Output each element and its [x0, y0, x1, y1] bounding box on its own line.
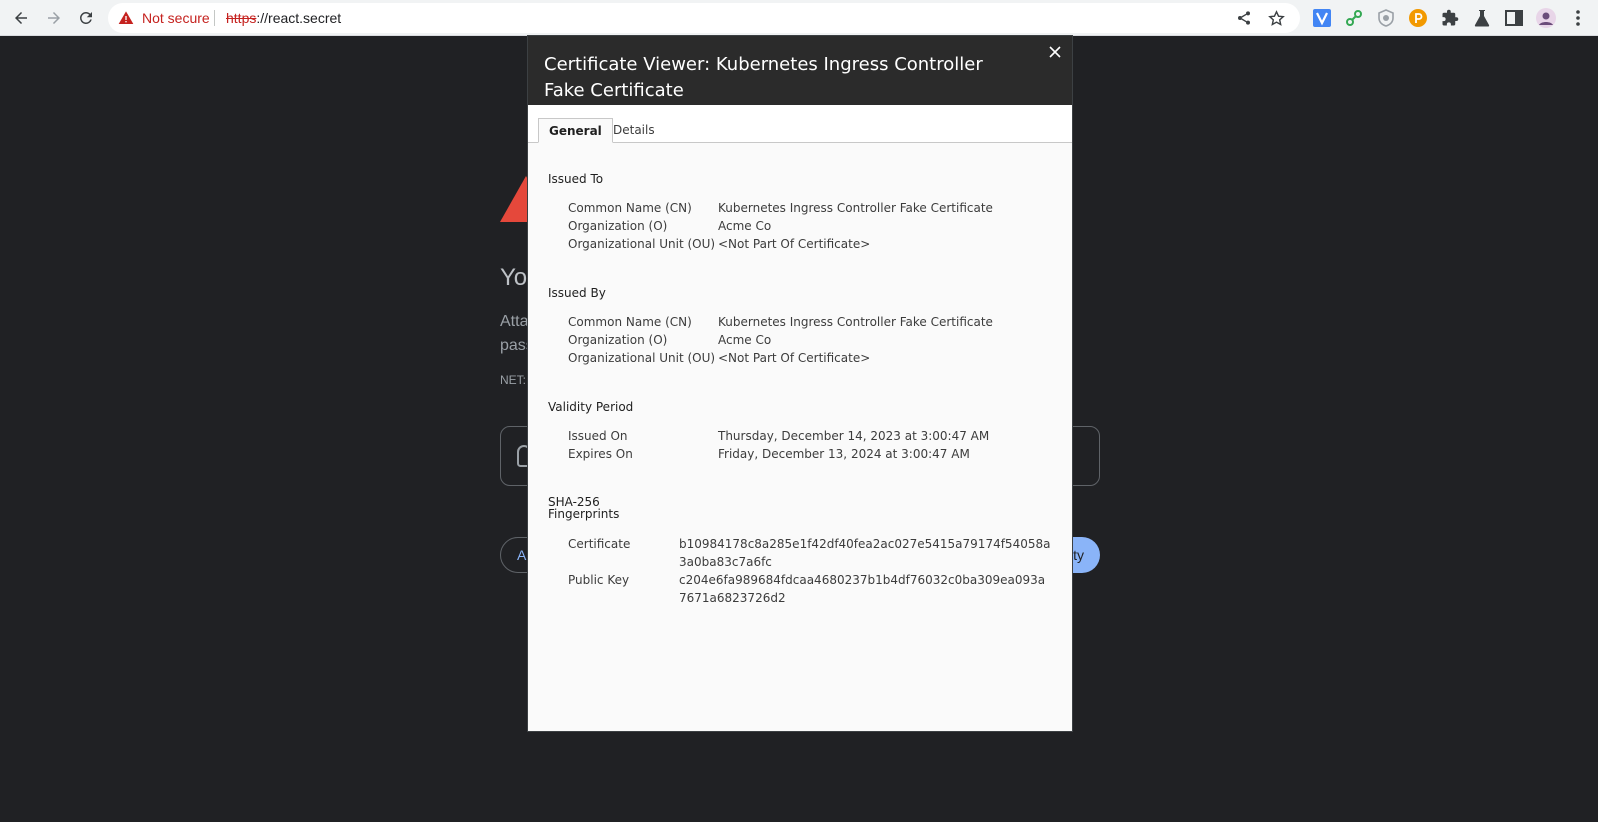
browser-toolbar: Not secure https://react.secret	[0, 0, 1598, 36]
labs-button[interactable]	[1472, 8, 1492, 28]
not-secure-label[interactable]: Not secure	[142, 10, 210, 26]
side-panel-icon	[1505, 10, 1523, 26]
back-button[interactable]	[7, 4, 35, 32]
certificate-viewer-dialog: Certificate Viewer: Kubernetes Ingress C…	[527, 35, 1073, 732]
share-icon	[1238, 11, 1250, 25]
extension-coin-button[interactable]	[1408, 8, 1428, 28]
tab-strip: General Details	[528, 105, 1072, 143]
extension-shield-button[interactable]	[1376, 8, 1396, 28]
reload-icon	[79, 11, 92, 24]
error-heading: Yo	[500, 264, 528, 291]
issued-by-org-value: Acme Co	[718, 333, 772, 347]
pubkey-fingerprint-label: Public Key	[568, 573, 630, 587]
star-icon	[1267, 9, 1285, 26]
tab-general[interactable]: General	[538, 118, 613, 143]
close-button[interactable]	[1046, 43, 1064, 61]
omnibox-divider	[214, 10, 215, 26]
issued-to-ou-label: Organizational Unit (OU)	[568, 237, 716, 251]
issued-by-cn-value: Kubernetes Ingress Controller Fake Certi…	[718, 315, 993, 329]
issued-to-org-label: Organization (O)	[568, 219, 668, 233]
issued-to-cn-label: Common Name (CN)	[568, 201, 692, 215]
error-code: NET:	[500, 373, 527, 387]
url-host: ://react.secret	[256, 10, 342, 26]
forward-arrow-icon	[48, 12, 60, 24]
cert-fingerprint-label: Certificate	[568, 537, 631, 551]
pubkey-fingerprint-value: c204e6fa989684fdcaa4680237b1b4df76032c0b…	[679, 573, 1046, 605]
issued-to-cn-value: Kubernetes Ingress Controller Fake Certi…	[718, 201, 993, 215]
address-bar[interactable]: Not secure https://react.secret	[108, 3, 1300, 33]
kebab-menu-icon	[1576, 10, 1580, 26]
issued-to-org-value: Acme Co	[718, 219, 772, 233]
issued-to-ou-value: <Not Part Of Certificate>	[718, 237, 871, 251]
v-extension-icon	[1313, 9, 1331, 27]
dialog-title: Certificate Viewer: Kubernetes Ingress C…	[544, 54, 983, 101]
validity-heading: Validity Period	[548, 400, 634, 414]
issued-on-label: Issued On	[568, 429, 628, 443]
menu-button[interactable]	[1568, 8, 1588, 28]
dialog-header: Certificate Viewer: Kubernetes Ingress C…	[528, 36, 1072, 105]
flask-icon	[1474, 10, 1490, 27]
reload-button[interactable]	[72, 4, 100, 32]
issued-on-value: Thursday, December 14, 2023 at 3:00:47 A…	[718, 429, 990, 443]
share-button[interactable]	[1234, 8, 1254, 28]
issued-by-org-label: Organization (O)	[568, 333, 668, 347]
extensions-button[interactable]	[1440, 8, 1460, 28]
error-description-line: Atta	[500, 313, 529, 330]
issued-by-heading: Issued By	[548, 286, 606, 300]
shield-icon	[1378, 9, 1394, 27]
cert-fingerprint-value: b10984178c8a285e1f42df40fea2ac027e5415a7…	[679, 537, 1051, 569]
forward-button[interactable]	[40, 4, 68, 32]
coin-icon	[1409, 9, 1427, 27]
url-text[interactable]: https://react.secret	[226, 10, 341, 26]
issued-by-ou-value: <Not Part Of Certificate>	[718, 351, 871, 365]
avatar-icon	[1536, 8, 1556, 28]
expires-on-label: Expires On	[568, 447, 633, 461]
issued-to-heading: Issued To	[548, 172, 604, 186]
issued-by-ou-label: Organizational Unit (OU)	[568, 351, 716, 365]
close-icon	[1049, 46, 1061, 58]
side-panel-button[interactable]	[1504, 8, 1524, 28]
extension-link-button[interactable]	[1344, 8, 1364, 28]
url-scheme: https	[226, 10, 257, 26]
profile-button[interactable]	[1536, 8, 1556, 28]
back-arrow-icon	[15, 12, 27, 24]
expires-on-value: Friday, December 13, 2024 at 3:00:47 AM	[718, 447, 970, 461]
link-extension-icon	[1346, 10, 1362, 26]
extension-v-button[interactable]	[1312, 8, 1332, 28]
bookmark-button[interactable]	[1266, 8, 1286, 28]
issued-by-cn-label: Common Name (CN)	[568, 315, 692, 329]
fingerprints-heading-line2: Fingerprints	[548, 507, 620, 521]
puzzle-icon	[1442, 9, 1459, 26]
warning-triangle-icon	[118, 11, 134, 24]
